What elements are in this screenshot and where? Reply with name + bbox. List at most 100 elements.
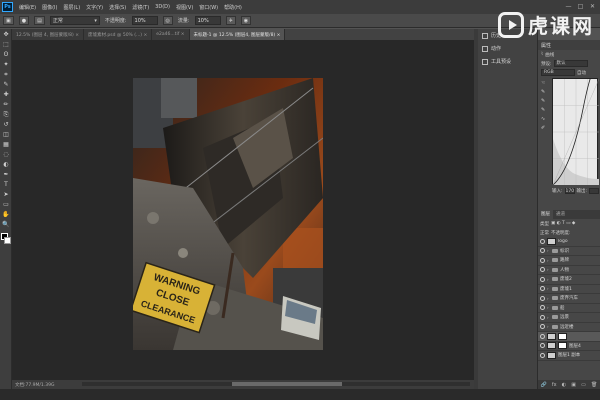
visibility-eye-icon[interactable] <box>540 305 545 311</box>
filter-type-select[interactable]: 类型 <box>540 221 549 227</box>
marquee-icon[interactable]: ⬚ <box>1 40 11 49</box>
visibility-eye-icon[interactable] <box>540 238 545 244</box>
visibility-eye-icon[interactable] <box>540 276 545 282</box>
menu-type[interactable]: 文字(Y) <box>83 4 106 11</box>
menu-help[interactable]: 帮助(H) <box>221 4 245 11</box>
menu-select[interactable]: 选择(S) <box>106 4 129 11</box>
expand-arrow-icon[interactable]: › <box>547 286 550 291</box>
visibility-eye-icon[interactable] <box>540 343 545 349</box>
layer-row[interactable]: › 船 <box>538 304 600 313</box>
background-color-swatch[interactable] <box>4 237 11 244</box>
menu-filter[interactable]: 滤镜(T) <box>129 4 152 11</box>
pressure-size-icon[interactable]: ◉ <box>240 16 252 25</box>
blur-icon[interactable]: ◌ <box>1 150 11 159</box>
expand-arrow-icon[interactable]: › <box>547 267 550 272</box>
eyedropper-white-icon[interactable]: ✎ <box>541 107 547 113</box>
input-value[interactable]: 170 <box>564 188 575 194</box>
magic-wand-icon[interactable]: ✦ <box>1 60 11 69</box>
crop-icon[interactable]: ⌗ <box>1 70 11 79</box>
panel-tool-presets[interactable]: 工具预设 <box>478 55 537 68</box>
menu-view[interactable]: 视图(V) <box>173 4 196 11</box>
visibility-eye-icon[interactable] <box>540 257 545 263</box>
tab-document-2[interactable]: 废墟素材.psd @ 50% (...) × <box>83 29 153 40</box>
history-brush-icon[interactable]: ↺ <box>1 120 11 129</box>
visibility-eye-icon[interactable] <box>540 286 545 292</box>
layer-row[interactable]: › 路牌 <box>538 256 600 266</box>
visibility-eye-icon[interactable] <box>540 352 545 358</box>
layer-row[interactable]: › 人物 <box>538 266 600 275</box>
channel-select[interactable]: RGB <box>541 69 575 76</box>
fx-icon[interactable]: fx <box>552 382 557 388</box>
layer-thumbnail[interactable] <box>547 351 556 359</box>
layer-row[interactable]: › 标识 <box>538 247 600 256</box>
menu-layer[interactable]: 图层(L) <box>60 4 83 11</box>
flow-input[interactable]: 10% <box>194 16 221 25</box>
layer-row[interactable]: logo <box>538 237 600 247</box>
scroll-thumb[interactable] <box>232 382 342 386</box>
visibility-eye-icon[interactable] <box>540 324 545 330</box>
eyedropper-gray-icon[interactable]: ✎ <box>541 98 547 104</box>
tab-channels[interactable]: 通道 <box>553 210 568 219</box>
delete-layer-icon[interactable]: 🗑 <box>591 382 597 388</box>
layer-row[interactable]: › 废墟1 <box>538 285 600 294</box>
pressure-opacity-icon[interactable]: ◎ <box>162 16 173 25</box>
layer-blend-mode[interactable]: 正常 <box>540 230 549 236</box>
menu-image[interactable]: 图像(I) <box>39 4 60 11</box>
expand-arrow-icon[interactable]: › <box>547 315 550 320</box>
document-artwork[interactable]: WARNING CLOSE CLEARANCE <box>133 78 323 350</box>
target-adjust-icon[interactable]: ☜ <box>541 80 547 86</box>
pen-icon[interactable]: ✒ <box>1 170 11 179</box>
opacity-input[interactable]: 10% <box>131 16 158 25</box>
layer-mask-thumbnail[interactable] <box>558 342 567 350</box>
pencil-icon[interactable]: ✐ <box>541 125 547 131</box>
expand-arrow-icon[interactable]: › <box>547 248 550 253</box>
hand-icon[interactable]: ✋ <box>1 210 11 219</box>
brush-panel-icon[interactable]: ▤ <box>34 16 45 25</box>
brush-icon[interactable]: ✏ <box>1 100 11 109</box>
tab-layers[interactable]: 图层 <box>538 210 553 219</box>
expand-arrow-icon[interactable]: › <box>547 296 550 301</box>
brush-size-icon[interactable]: ● <box>18 16 30 25</box>
visibility-eye-icon[interactable] <box>540 248 545 254</box>
link-layers-icon[interactable]: 🔗 <box>541 382 547 388</box>
tab-document-3[interactable]: e2a46...tif × <box>152 29 190 40</box>
layer-row[interactable]: › 废弃汽车 <box>538 294 600 304</box>
new-group-icon[interactable]: ▣ <box>571 382 576 388</box>
layer-row[interactable]: 图层4 <box>538 342 600 351</box>
layer-mask-thumbnail[interactable] <box>558 332 567 340</box>
visibility-eye-icon[interactable] <box>540 333 545 339</box>
expand-arrow-icon[interactable]: › <box>547 258 550 263</box>
output-value[interactable] <box>589 188 600 194</box>
layer-row[interactable]: › 废墟2 <box>538 275 600 285</box>
type-icon[interactable]: T <box>1 180 11 189</box>
layer-row[interactable]: 图层1 副本 <box>538 351 600 361</box>
canvas-area[interactable]: WARNING CLOSE CLEARANCE <box>12 40 474 380</box>
layer-row[interactable] <box>538 332 600 342</box>
preset-select[interactable]: 默认 <box>553 60 588 67</box>
stamp-icon[interactable]: ⎘ <box>1 110 11 119</box>
healing-icon[interactable]: ✚ <box>1 90 11 99</box>
path-select-icon[interactable]: ➤ <box>1 190 11 199</box>
layer-thumbnail[interactable] <box>547 342 556 350</box>
tab-document-1[interactable]: 12.5% (图层 4, 图层蒙版/8) × <box>12 29 84 40</box>
new-layer-icon[interactable]: ▭ <box>581 382 586 388</box>
expand-arrow-icon[interactable]: › <box>547 324 550 329</box>
expand-arrow-icon[interactable]: › <box>547 277 550 282</box>
auto-button[interactable]: 自动 <box>577 70 586 76</box>
menu-3d[interactable]: 3D(D) <box>152 4 173 10</box>
curve-graph[interactable] <box>552 68 600 186</box>
eyedropper-black-icon[interactable]: ✎ <box>541 89 547 95</box>
menu-window[interactable]: 窗口(W) <box>196 4 221 11</box>
visibility-eye-icon[interactable] <box>540 267 545 273</box>
horizontal-scrollbar[interactable] <box>82 382 470 386</box>
blend-mode-select[interactable]: 正常 ▾ <box>49 16 100 25</box>
airbrush-icon[interactable]: ✈ <box>225 16 236 25</box>
menu-edit[interactable]: 编辑(E) <box>16 4 39 11</box>
tool-preset-icon[interactable]: ▣ <box>3 16 14 25</box>
tab-document-active[interactable]: 未标题-1 @ 12.5% (图层4, 图层蒙版/8) × <box>189 29 286 40</box>
curve-edit-icon[interactable]: ∿ <box>541 116 547 122</box>
move-icon[interactable]: ✥ <box>1 30 11 39</box>
visibility-eye-icon[interactable] <box>540 314 545 320</box>
gradient-icon[interactable]: ▦ <box>1 140 11 149</box>
adjustment-layer-icon[interactable]: ◐ <box>562 382 566 388</box>
